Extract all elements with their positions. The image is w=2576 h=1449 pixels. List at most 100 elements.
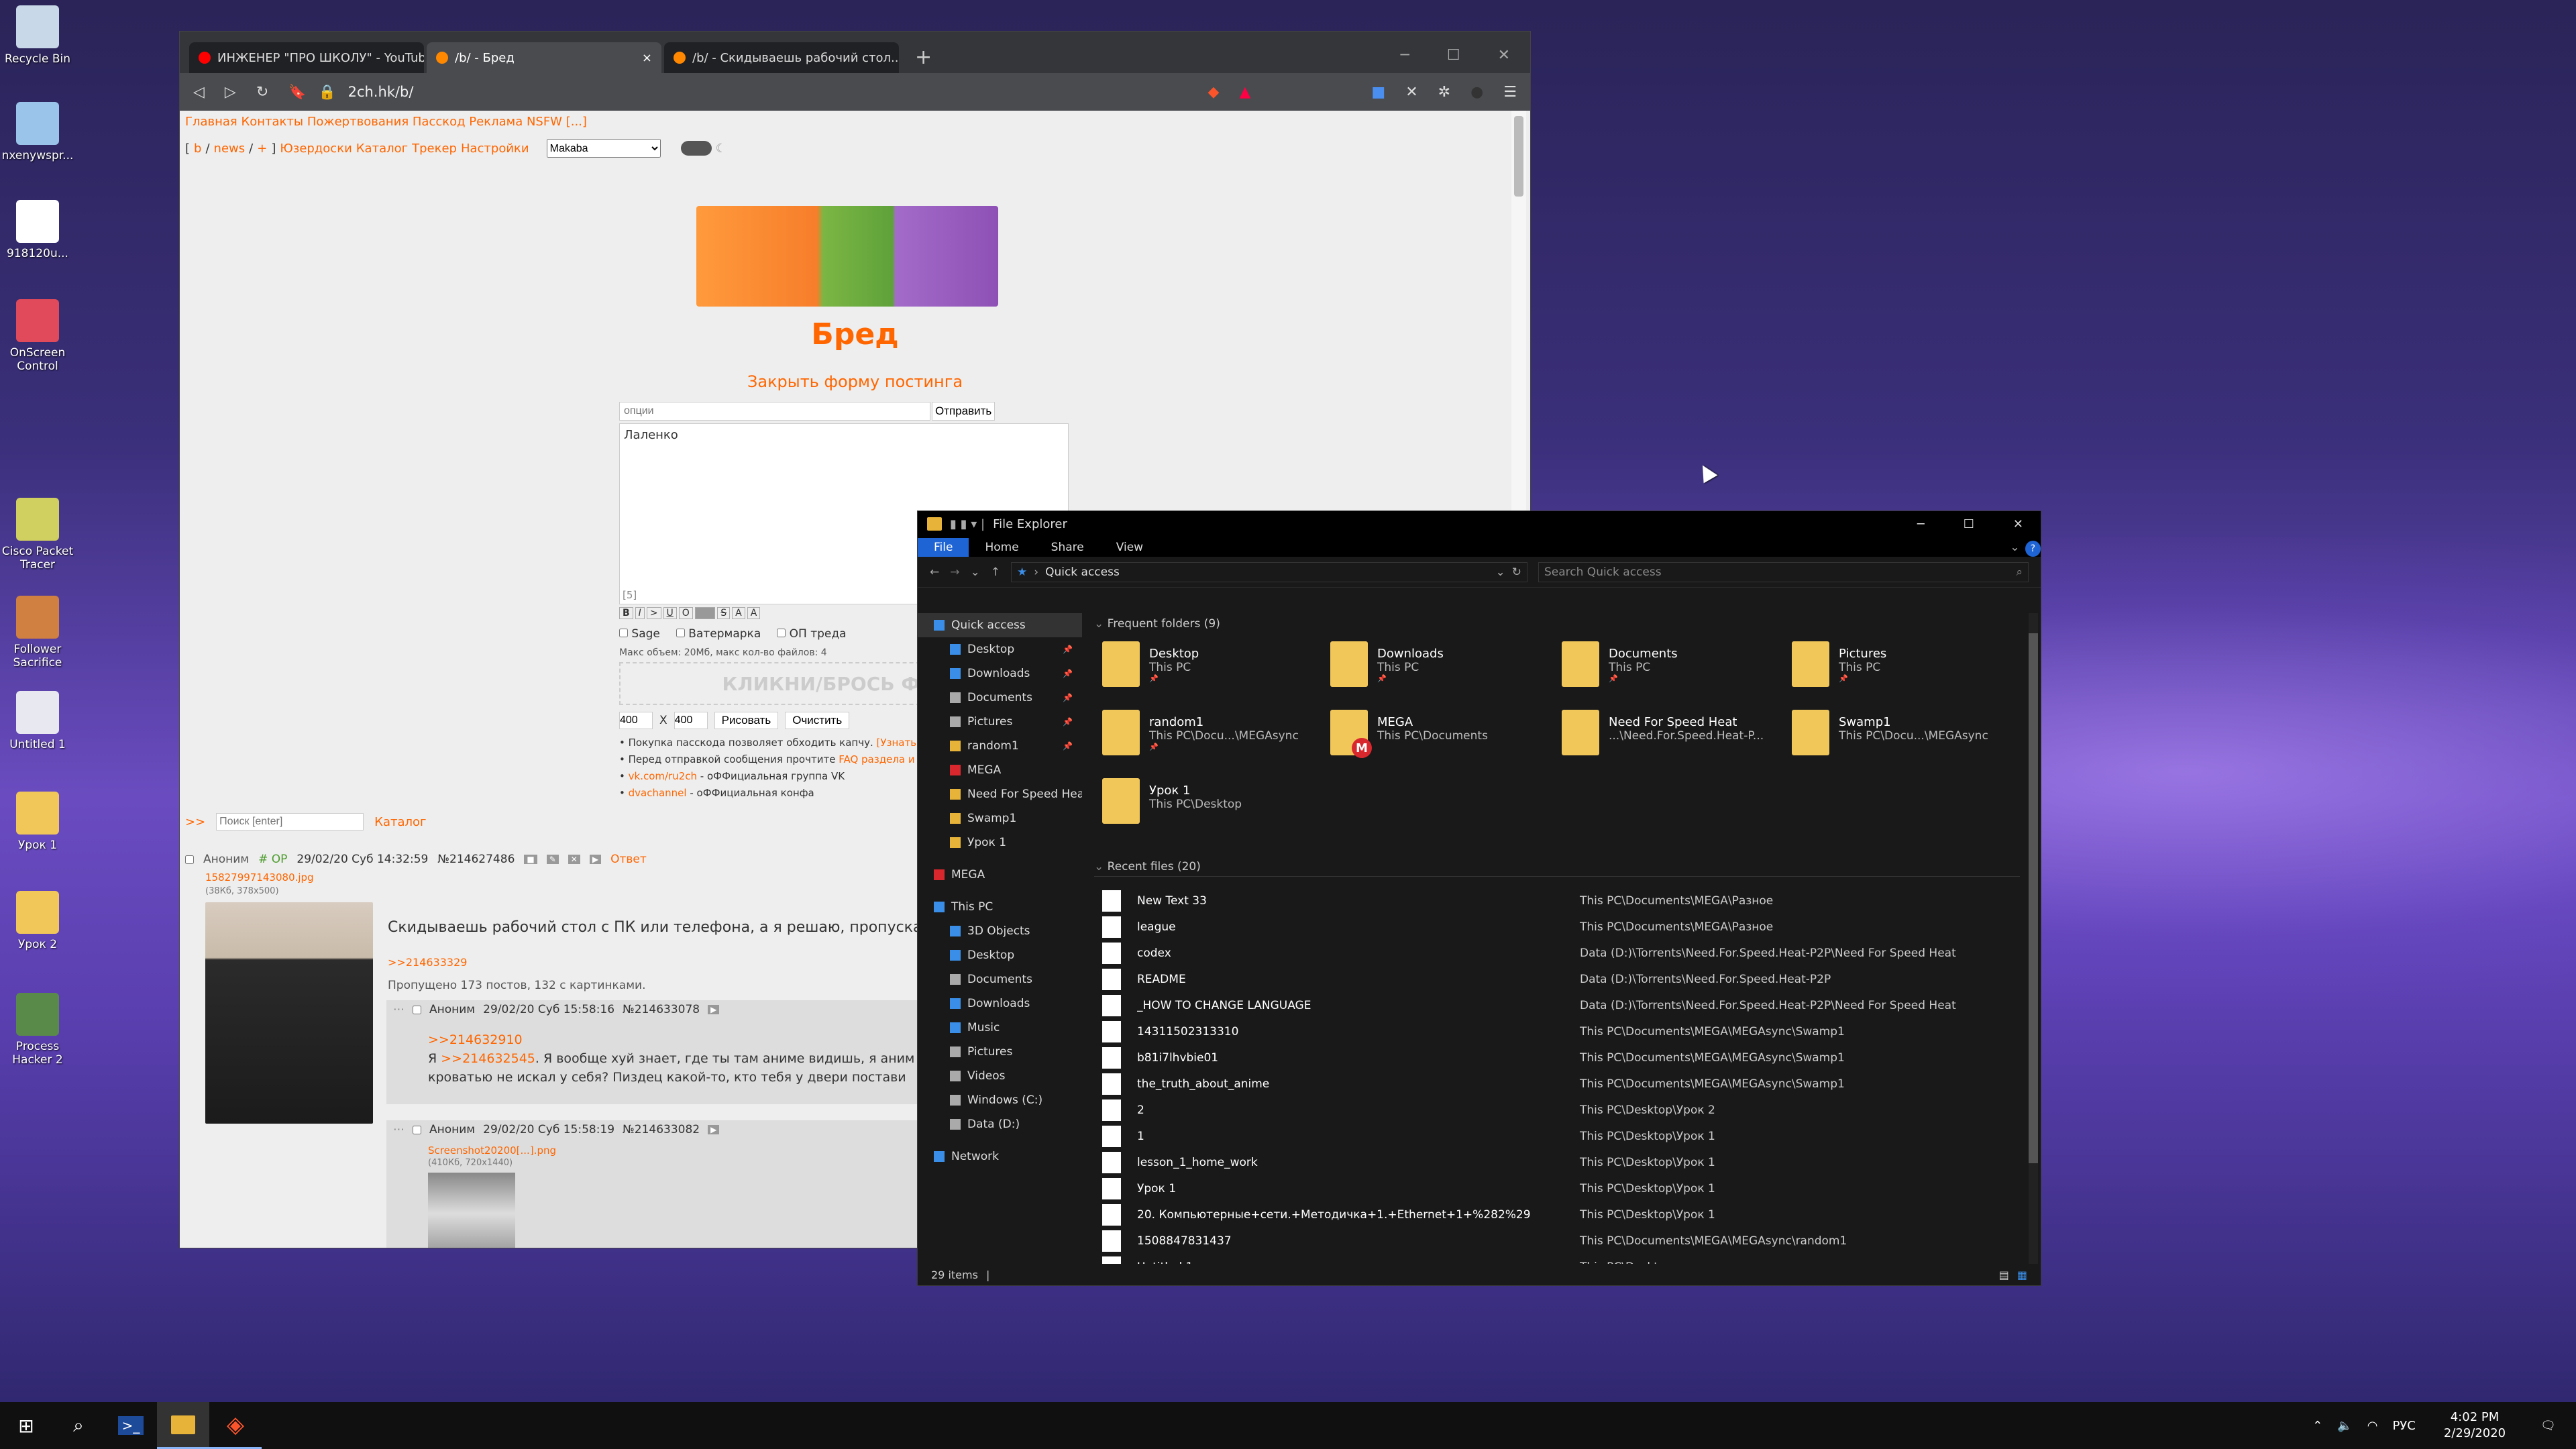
- send-button[interactable]: Отправить: [932, 402, 995, 421]
- new-tab-button[interactable]: +: [902, 46, 945, 73]
- nav-item[interactable]: Videos: [918, 1064, 1082, 1088]
- notifications-icon[interactable]: 🗨: [2540, 1419, 2556, 1433]
- search-icon[interactable]: ⌕: [52, 1402, 105, 1449]
- pin-icon[interactable]: 📌: [1063, 741, 1073, 751]
- extension-icon[interactable]: ●: [1470, 84, 1483, 101]
- tab-home[interactable]: Home: [969, 538, 1034, 557]
- board-nav-link[interactable]: Трекер: [412, 142, 457, 156]
- post-checkbox[interactable]: [185, 855, 194, 864]
- recent-file-row[interactable]: README Data (D:)\Torrents\Need.For.Speed.…: [1102, 967, 2008, 992]
- recent-files-header[interactable]: ⌄ Recent files (20): [1094, 860, 2020, 877]
- board-nav-link[interactable]: b: [194, 142, 201, 156]
- back-arrow-icon[interactable]: ←: [930, 566, 939, 579]
- windows-start-icon[interactable]: ⊞: [0, 1402, 52, 1449]
- top-navigation[interactable]: Главная Контакты Пожертвования Пасскод Р…: [185, 115, 587, 129]
- desktop-icon[interactable]: Process Hacker 2: [0, 993, 75, 1067]
- post-action-icon[interactable]: ▶: [589, 855, 602, 864]
- frequent-folder-tile[interactable]: Pictures This PC 📌: [1792, 641, 2013, 702]
- post-action-icon[interactable]: ✎: [546, 855, 559, 864]
- board-nav-link[interactable]: Каталог: [356, 142, 408, 156]
- menu-icon[interactable]: ☰: [1503, 84, 1517, 101]
- recent-file-row[interactable]: b81i7lhvbie01 This PC\Documents\MEGA\MEGA…: [1102, 1045, 2008, 1071]
- play-icon[interactable]: ▶: [708, 1125, 720, 1134]
- recent-file-row[interactable]: 1 This PC\Desktop\Урок 1: [1102, 1124, 2008, 1149]
- extension-icon[interactable]: ✲: [1438, 84, 1450, 101]
- frequent-folder-tile[interactable]: Swamp1 This PC\Docu...\MEGAsync: [1792, 710, 2013, 770]
- sage-checkbox[interactable]: Sage: [619, 627, 660, 641]
- large-icons-view-icon[interactable]: ▦: [2017, 1269, 2027, 1281]
- note-link[interactable]: vk.com/ru2ch: [629, 770, 697, 782]
- op-thread-checkbox[interactable]: ОП треда: [777, 627, 847, 641]
- italic-button[interactable]: I: [635, 607, 645, 619]
- extension-icon[interactable]: ✕: [1405, 84, 1417, 101]
- search-input[interactable]: [216, 813, 364, 830]
- recent-file-row[interactable]: 20. Компьютерные+сети.+Методичка+1.+Ethe…: [1102, 1202, 2008, 1228]
- op-file-link[interactable]: 15827997143080.jpg: [205, 871, 314, 883]
- frequent-folder-tile[interactable]: Documents This PC 📌: [1562, 641, 1783, 702]
- nav-item[interactable]: 3D Objects: [918, 919, 1082, 943]
- recent-file-row[interactable]: Урок 1 This PC\Desktop\Урок 1: [1102, 1176, 2008, 1201]
- brave-rewards-icon[interactable]: ▲: [1239, 84, 1250, 101]
- frequent-folder-tile[interactable]: Need For Speed Heat ...\Need.For.Speed.He…: [1562, 710, 1783, 770]
- bold-button[interactable]: B: [619, 607, 633, 619]
- minimize-icon[interactable]: ─: [1401, 47, 1409, 64]
- recent-file-row[interactable]: _HOW TO CHANGE LANGUAGE Data (D:)\Torrent…: [1102, 993, 2008, 1018]
- maximize-icon[interactable]: ☐: [1964, 517, 1974, 531]
- reply-quote-link[interactable]: >>214632910: [428, 1032, 523, 1047]
- show-hidden-icons-chevron[interactable]: ⌃: [2312, 1419, 2322, 1433]
- post-action-icon[interactable]: ✕: [568, 855, 580, 864]
- nav-item[interactable]: Documents: [918, 967, 1082, 991]
- watermark-checkbox[interactable]: Ватермарка: [676, 627, 761, 641]
- forward-arrow-icon[interactable]: →: [950, 566, 959, 579]
- nav-item[interactable]: Downloads 📌: [918, 661, 1082, 686]
- recent-file-row[interactable]: 2 This PC\Desktop\Урок 2: [1102, 1097, 2008, 1123]
- recent-file-row[interactable]: lesson_1_home_work This PC\Desktop\Урок 1: [1102, 1150, 2008, 1175]
- options-input[interactable]: [619, 402, 931, 421]
- nav-item[interactable]: Need For Speed Heat: [918, 782, 1082, 806]
- recent-file-row[interactable]: Untitled 1This PC\Desktop: [1102, 1254, 2008, 1264]
- underline-button[interactable]: U: [663, 607, 677, 619]
- minimize-icon[interactable]: ─: [1917, 517, 1925, 531]
- board-nav-link[interactable]: Юзердоски: [280, 142, 352, 156]
- pin-icon[interactable]: 📌: [1063, 669, 1073, 678]
- recent-file-row[interactable]: the_truth_about_anime This PC\Documents\M…: [1102, 1071, 2008, 1097]
- back-icon[interactable]: ◁: [193, 84, 205, 101]
- style-select[interactable]: Makaba: [546, 139, 661, 158]
- close-icon[interactable]: ✕: [1498, 47, 1510, 64]
- volume-icon[interactable]: 🔈: [2337, 1419, 2352, 1433]
- board-nav-link[interactable]: news: [214, 142, 246, 156]
- recent-file-row[interactable]: New Text 33 This PC\Documents\MEGA\Разное: [1102, 888, 2008, 914]
- clear-button[interactable]: Очистить: [785, 712, 850, 729]
- tab-youtube[interactable]: ИНЖЕНЕР "ПРО ШКОЛУ" - YouTube×: [189, 42, 424, 73]
- op-reply-link[interactable]: >>214633329: [388, 956, 467, 969]
- frequent-folder-tile[interactable]: Урок 1 This PC\Desktop: [1102, 778, 1324, 839]
- up-arrow-icon[interactable]: ↑: [991, 566, 1000, 579]
- quote-button[interactable]: >: [646, 607, 661, 619]
- recent-locations-icon[interactable]: ⌄: [971, 566, 980, 579]
- frequent-folders-header[interactable]: ⌄ Frequent folders (9): [1094, 617, 1220, 631]
- nav-item[interactable]: random1 📌: [918, 734, 1082, 758]
- desktop-icon[interactable]: Урок 2: [0, 891, 75, 951]
- desktop-icon[interactable]: nxenywspr...: [0, 102, 75, 162]
- frequent-folder-tile[interactable]: random1 This PC\Docu...\MEGAsync 📌: [1102, 710, 1324, 770]
- close-icon[interactable]: ×: [642, 51, 652, 65]
- post-checkbox[interactable]: [413, 1005, 421, 1014]
- file-explorer-taskbar-icon[interactable]: [157, 1402, 209, 1449]
- chevron-down-icon[interactable]: ⌄: [1496, 566, 1505, 579]
- strike-button[interactable]: S: [717, 607, 731, 619]
- extension-icon[interactable]: ■: [1371, 84, 1385, 101]
- nav-item[interactable]: MEGA: [918, 863, 1082, 887]
- pin-icon[interactable]: 📌: [1063, 645, 1073, 654]
- spoiler-button[interactable]: [694, 607, 716, 619]
- recent-file-row[interactable]: league This PC\Documents\MEGA\Разное: [1102, 914, 2008, 940]
- reply-image[interactable]: [428, 1173, 515, 1248]
- desktop-icon[interactable]: Untitled 1: [0, 691, 75, 751]
- desktop-icon[interactable]: Recycle Bin: [0, 5, 75, 66]
- bookmark-icon[interactable]: 🔖: [288, 84, 306, 101]
- close-form-link[interactable]: Закрыть форму постинга: [180, 372, 1530, 391]
- desktop-icon[interactable]: Урок 1: [0, 792, 75, 852]
- frequent-folder-tile[interactable]: Desktop This PC 📌: [1102, 641, 1324, 702]
- recent-file-row[interactable]: codex Data (D:)\Torrents\Need.For.Speed.H…: [1102, 941, 2008, 966]
- nav-item[interactable]: Quick access: [918, 613, 1082, 637]
- tab-b-bred[interactable]: /b/ - Бред ×: [427, 42, 661, 73]
